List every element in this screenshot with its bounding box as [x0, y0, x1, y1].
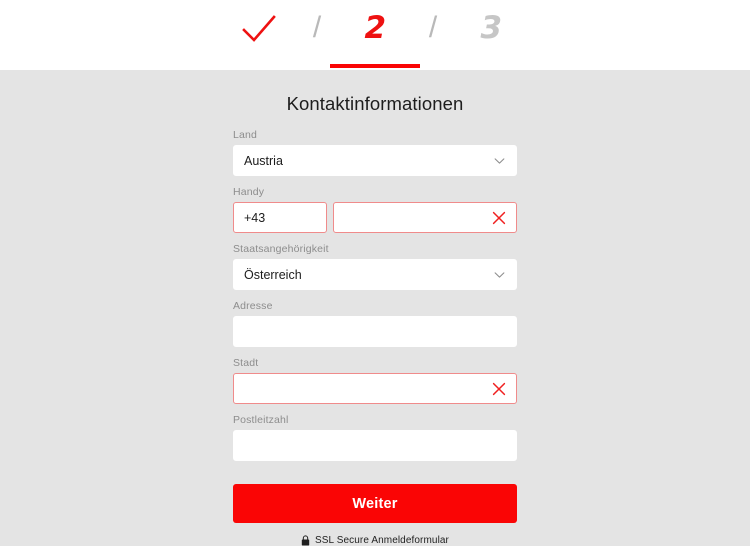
phone-row: +43: [233, 202, 517, 233]
field-group-nationality: Staatsangehörigkeit Österreich: [233, 243, 517, 290]
select-country[interactable]: Austria: [233, 145, 517, 176]
field-group-address: Adresse: [233, 300, 517, 347]
field-group-postal-code: Postleitzahl: [233, 414, 517, 461]
label-address: Adresse: [233, 300, 273, 312]
check-mark-icon: [242, 15, 276, 42]
value-nationality: Österreich: [244, 267, 302, 282]
stepper-track: / 2 / 3: [0, 0, 750, 70]
step-indicator-3-upcoming[interactable]: 3: [446, 0, 536, 70]
chevron-down-icon: [494, 157, 505, 164]
field-group-country: Land Austria: [233, 129, 517, 176]
label-nationality: Staatsangehörigkeit: [233, 243, 329, 255]
input-city[interactable]: [233, 373, 517, 404]
input-address[interactable]: [233, 316, 517, 347]
contact-information-form: Land Austria Handy +43 Staatsangehörigke…: [233, 115, 517, 546]
step-indicator-1-completed[interactable]: [214, 0, 304, 70]
field-group-city: Stadt: [233, 357, 517, 404]
form-container: Kontaktinformationen Land Austria Handy …: [0, 70, 750, 546]
step-separator-2: /: [428, 11, 438, 44]
stepper-header: / 2 / 3: [0, 0, 750, 70]
label-phone: Handy: [233, 186, 265, 198]
step-separator-1: /: [312, 11, 322, 44]
input-phone-country-code[interactable]: +43: [233, 202, 327, 233]
submit-button[interactable]: Weiter: [233, 484, 517, 523]
value-country: Austria: [244, 153, 283, 168]
step-3-label: 3: [480, 10, 502, 46]
ssl-secure-note: SSL Secure Anmeldeformular: [233, 535, 517, 546]
ssl-secure-text: SSL Secure Anmeldeformular: [315, 535, 449, 546]
chevron-down-icon: [494, 271, 505, 278]
error-x-icon: [492, 382, 506, 395]
step-2-label: 2: [364, 10, 386, 46]
error-x-icon: [492, 211, 506, 224]
field-group-phone: Handy +43: [233, 186, 517, 233]
select-nationality[interactable]: Österreich: [233, 259, 517, 290]
label-city: Stadt: [233, 357, 259, 369]
lock-icon: [301, 535, 310, 546]
step-indicator-2-active[interactable]: 2: [330, 0, 420, 70]
page-title: Kontaktinformationen: [286, 93, 464, 114]
input-phone-number[interactable]: [333, 202, 517, 233]
input-postal-code[interactable]: [233, 430, 517, 461]
step-2-underline: [330, 64, 420, 68]
value-phone-country-code: +43: [244, 210, 266, 225]
label-postal-code: Postleitzahl: [233, 414, 289, 426]
label-country: Land: [233, 129, 257, 141]
